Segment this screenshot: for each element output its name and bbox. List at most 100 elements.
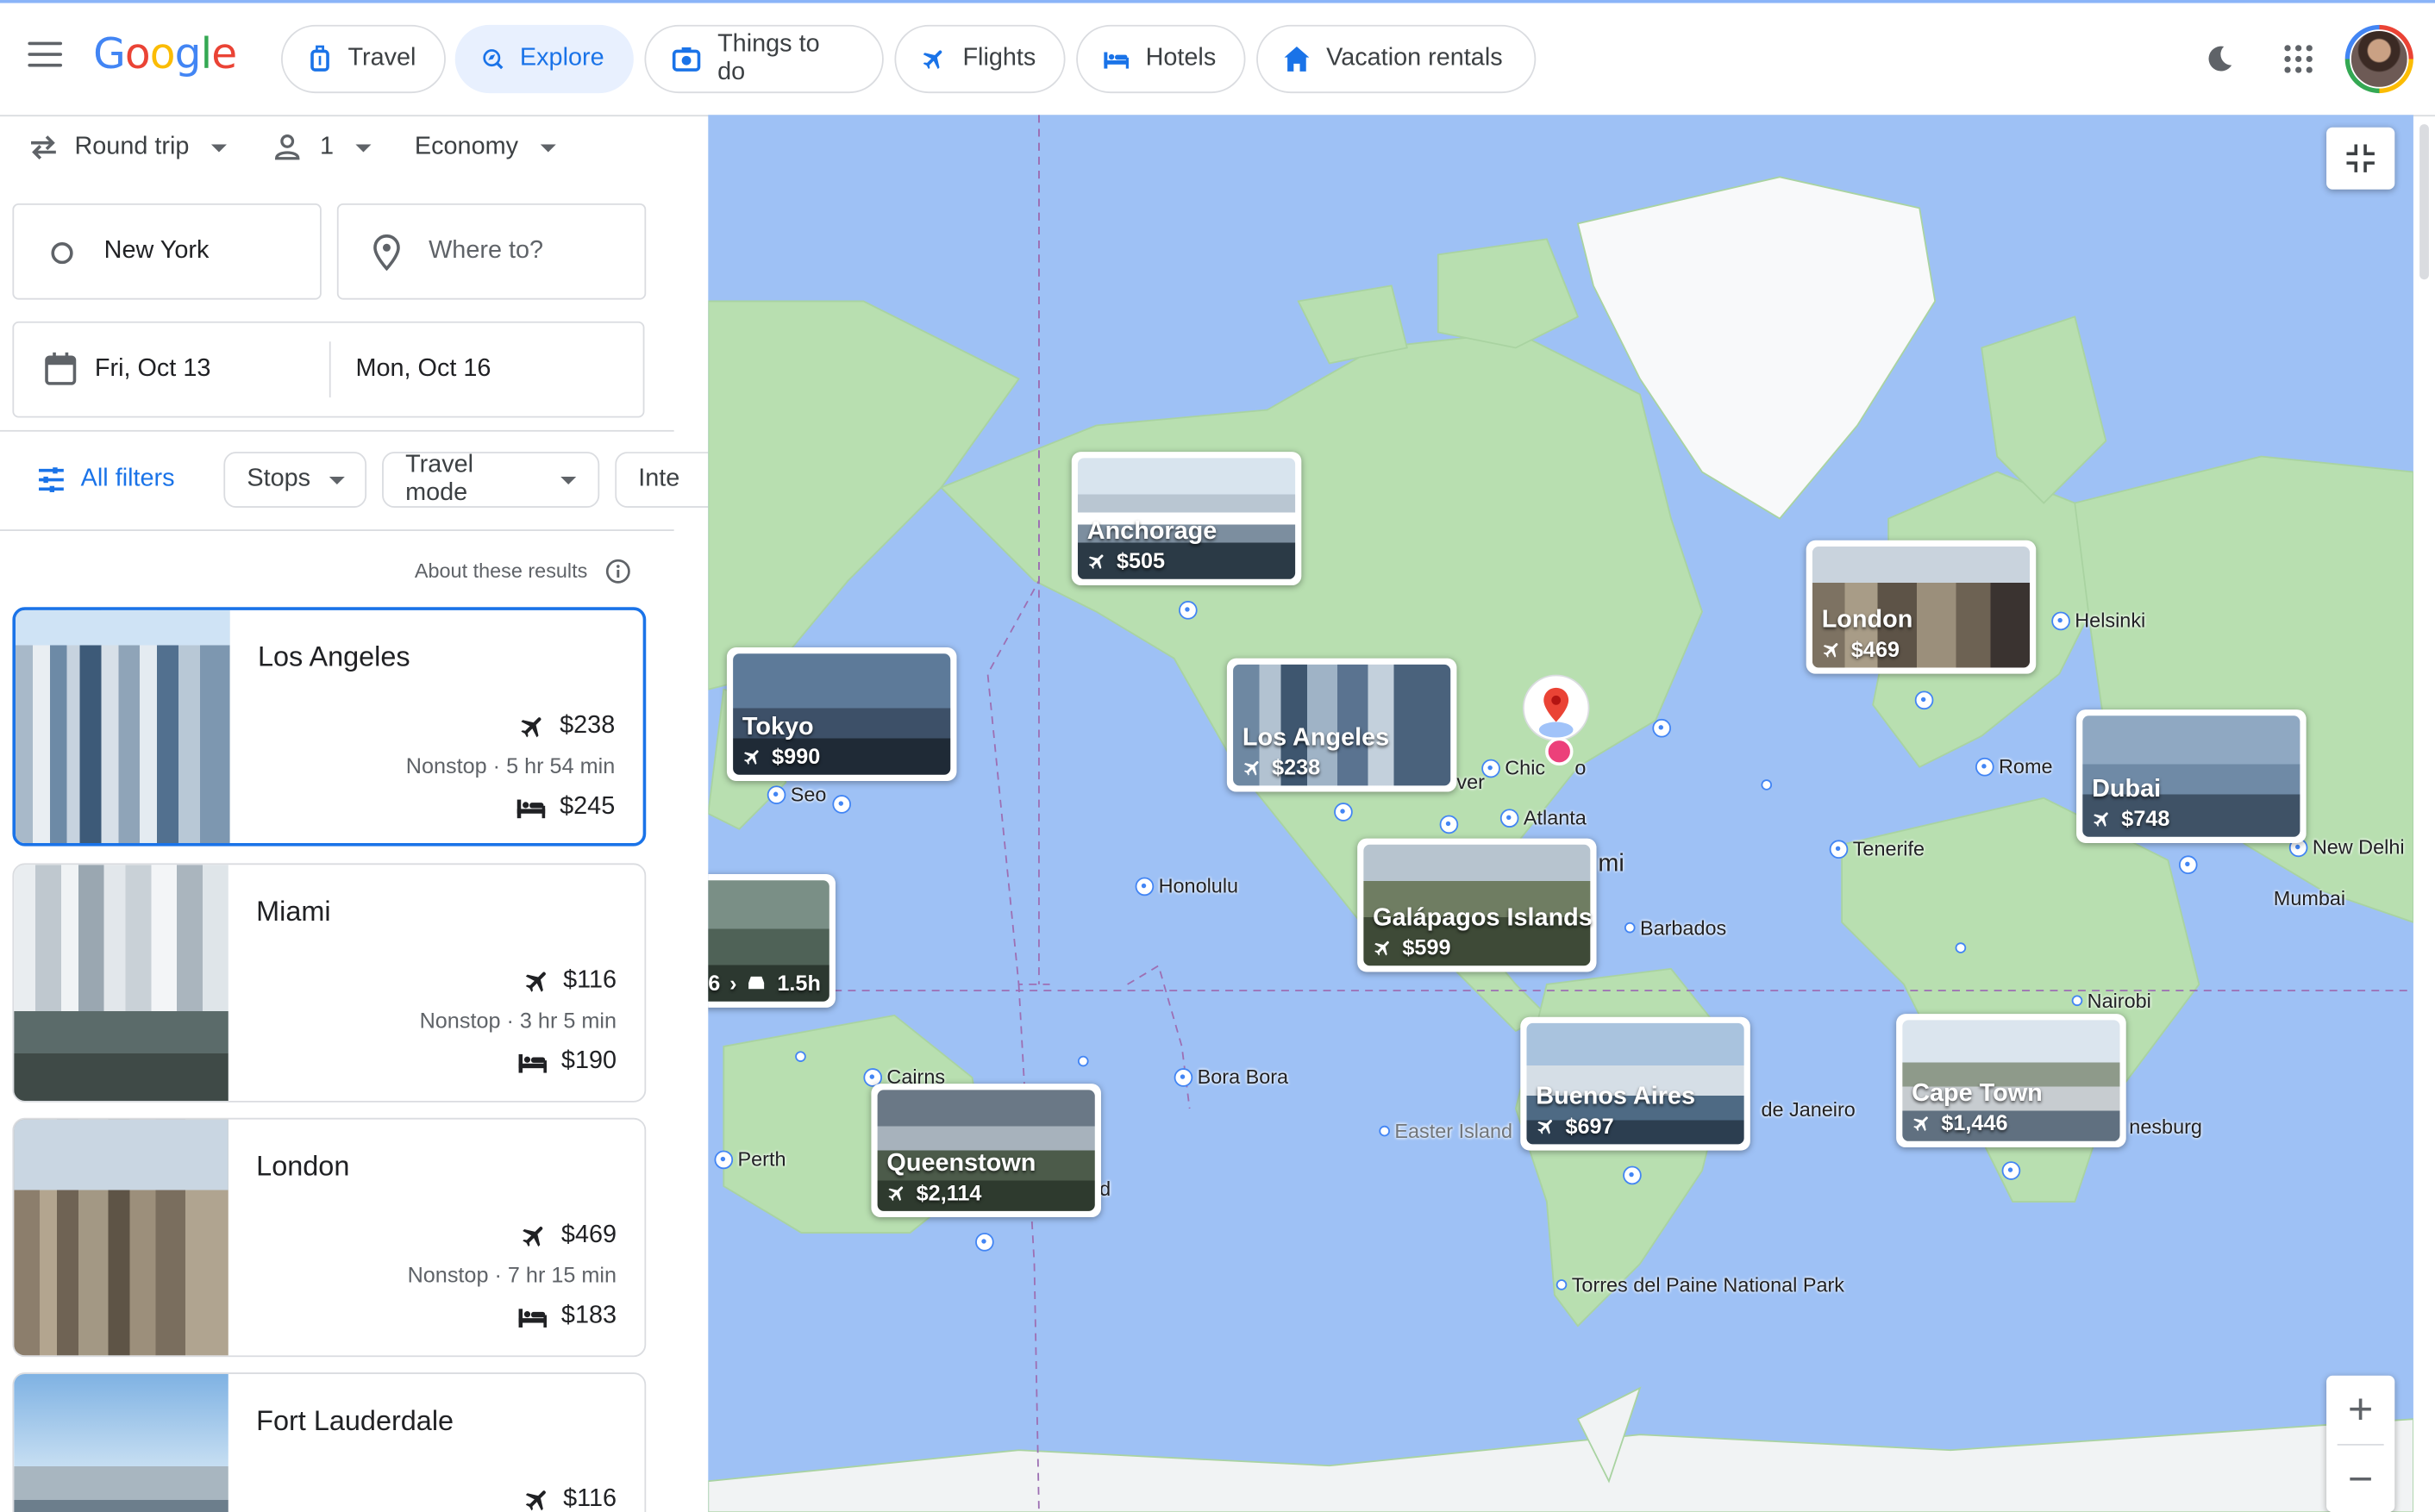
airport-pin-icon[interactable] [1439,815,1459,834]
tab-explore[interactable]: Explore [454,24,634,94]
tab-flights[interactable]: Flights [894,24,1066,94]
map-label-miami[interactable]: mi [1598,851,1624,878]
map-label-johannesburg[interactable]: nesburg [2129,1115,2202,1138]
tab-things-to-do[interactable]: Things to do [644,24,884,94]
map-label-rio-de-janeiro[interactable]: de Janeiro [1761,1097,1855,1121]
map-card-price: $990 [742,744,820,769]
map-dot-icon[interactable] [795,1051,806,1062]
airplane-icon [525,972,546,992]
map-card-tokyo[interactable]: Tokyo $990 [726,647,957,781]
map-label-text: mi [1598,851,1624,878]
map-label-new-delhi[interactable]: New Delhi [2288,835,2405,859]
cabin-class-select[interactable]: Economy [415,134,556,161]
about-results-link[interactable]: About these results [415,559,630,584]
map-dot-icon[interactable] [1761,779,1773,790]
miami-photo [14,865,228,1101]
airport-pin-icon[interactable] [975,1233,994,1252]
map-dot-icon [1379,1125,1390,1137]
explore-map[interactable]: Helsinki Rome Tenerife New Delhi Mumbai … [708,115,2413,1512]
map-card-price: $697 [1536,1113,1614,1138]
tab-vacation-rentals[interactable]: Vacation rentals [1256,24,1537,94]
airplane-icon [1374,940,1389,955]
map-label-easter-island[interactable]: Easter Island [1379,1120,1512,1143]
airport-pin-icon[interactable] [2178,855,2198,875]
result-card-los-angeles[interactable]: Los Angeles $238 Nonstop · 5 hr 54 min $… [12,607,647,847]
map-card-london[interactable]: London $469 [1806,540,2037,674]
passengers-select[interactable]: 1 [273,134,372,161]
collapse-icon [2346,144,2375,172]
tab-travel[interactable]: Travel [280,24,446,94]
map-card-name: Galápagos Islands [1373,905,1593,932]
origin-field[interactable]: New York [12,203,322,300]
location-pin-icon [373,234,400,272]
map-card-queenstown[interactable]: Queenstown $2,114 [871,1084,1101,1218]
result-card-miami[interactable]: Miami $116 Nonstop · 3 hr 5 min $190 [12,863,647,1103]
date-range-field[interactable]: Fri, Oct 13 Mon, Oct 16 [12,321,645,418]
airport-pin-icon[interactable] [832,795,852,814]
flight-price-value: $469 [560,1221,617,1249]
flight-price: $469 [521,1221,617,1249]
airport-pin-icon[interactable] [1914,690,1934,710]
airport-pin-icon[interactable] [2001,1161,2021,1180]
airport-pin-icon[interactable] [1334,803,1353,822]
destination-field[interactable]: Where to? [336,203,647,300]
map-label-torres-del-paine[interactable]: Torres del Paine National Park [1556,1273,1844,1296]
map-label-tenerife[interactable]: Tenerife [1829,837,1925,860]
airport-pin-icon[interactable] [1179,601,1198,620]
apps-grid-icon[interactable] [2283,43,2314,74]
travel-mode-filter[interactable]: Travel mode [382,452,600,508]
airplane-icon [1243,760,1259,775]
trip-type-select[interactable]: Round trip [28,134,227,161]
map-label-denver[interactable]: ver [1456,770,1485,793]
map-label-barbados[interactable]: Barbados [1624,916,1726,940]
map-label-rome[interactable]: Rome [1975,754,2052,778]
map-label-mumbai[interactable]: Mumbai [2274,886,2345,909]
return-date[interactable]: Mon, Oct 16 [355,355,491,383]
map-label-bora-bora[interactable]: Bora Bora [1174,1065,1288,1089]
result-card-london[interactable]: London $469 Nonstop · 7 hr 15 min $183 [12,1117,647,1358]
map-label-seoul[interactable]: Seo [767,783,826,806]
map-label-atlanta[interactable]: Atlanta [1499,806,1587,829]
map-card-cape-town[interactable]: Cape Town $1,446 [1896,1014,2126,1148]
dark-mode-icon[interactable] [2204,43,2235,74]
map-label-auckland[interactable]: d [1099,1177,1111,1200]
map-card-dubai[interactable]: Dubai $748 [2076,709,2307,843]
map-card-buenos-aires[interactable]: Buenos Aires $697 [1520,1016,1750,1151]
stops-filter[interactable]: Stops [223,452,367,508]
airplane-icon [1913,1115,1928,1131]
main-menu-icon[interactable] [28,41,63,70]
map-card-price: 6 › 1.5h [708,971,821,996]
airport-pin-icon[interactable] [1652,718,1671,738]
map-label-text: Mumbai [2273,886,2346,910]
hotel-price-value: $190 [560,1047,617,1075]
map-card-price: $469 [1822,636,1900,661]
airport-pin-icon[interactable] [1623,1165,1642,1185]
fort-lauderdale-photo [14,1373,228,1512]
map-label-helsinki[interactable]: Helsinki [2051,609,2145,632]
tab-hotels[interactable]: Hotels [1076,24,1246,94]
map-label-honolulu[interactable]: Honolulu [1135,874,1238,897]
account-avatar[interactable] [2344,24,2413,94]
map-dot-icon[interactable] [1955,942,1967,953]
zoom-in-button[interactable]: + [2326,1376,2394,1444]
map-label-nairobi[interactable]: Nairobi [2071,989,2151,1012]
depart-date[interactable]: Fri, Oct 13 [95,355,211,383]
map-card-anchorage[interactable]: Anchorage $505 [1071,452,1302,586]
result-card-fort-lauderdale[interactable]: Fort Lauderdale $116 [12,1372,647,1512]
zoom-out-button[interactable]: − [2326,1446,2394,1512]
interests-filter[interactable]: Inte [615,452,709,508]
map-card-partial[interactable]: 6 › 1.5h [708,874,836,1008]
map-label-perth[interactable]: Perth [714,1147,786,1171]
exit-fullscreen-button[interactable] [2326,127,2395,190]
page-scrollbar[interactable] [2419,124,2429,280]
all-filters-button[interactable]: All filters [37,465,175,493]
google-logo[interactable]: Google [93,31,237,79]
map-dot-icon[interactable] [1077,1055,1089,1067]
map-dot-icon [1556,1279,1568,1290]
bed-icon [1104,52,1129,69]
airplane-icon [523,1227,543,1247]
map-card-galapagos[interactable]: Galápagos Islands $599 [1357,838,1597,972]
map-label-text: Barbados [1639,915,1727,940]
map-card-los-angeles[interactable]: Los Angeles $238 [1226,658,1457,792]
origin-location-marker[interactable] [1518,674,1593,767]
